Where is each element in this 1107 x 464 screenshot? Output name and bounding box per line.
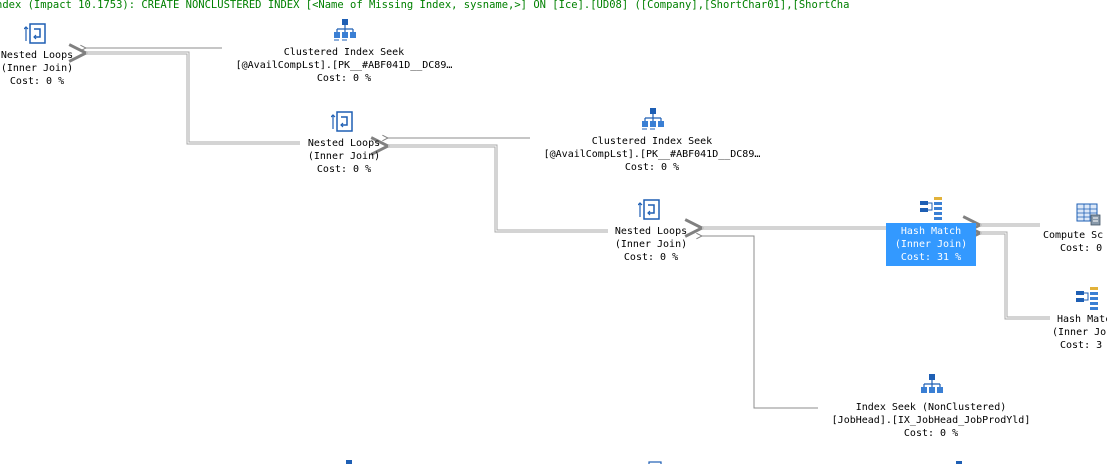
node-cost: Cost: 0 % <box>903 428 959 439</box>
partial-node-icon <box>952 458 966 464</box>
nested-loops-icon <box>648 461 662 464</box>
node-cost: Cost: 0 % <box>623 252 679 263</box>
node-hash-match-1[interactable]: Hash Match (Inner Join) Cost: 31 % <box>886 195 976 266</box>
node-sub: (Inner Join) <box>0 63 74 74</box>
node-clustered-index-seek-2[interactable]: Clustered Index Seek [@AvailCompLst].[PK… <box>532 107 772 174</box>
nested-loops-icon <box>331 111 353 132</box>
node-label: Nested Loops <box>614 226 688 237</box>
node-compute-scalar[interactable]: Compute Sc Cost: 0 <box>1043 201 1107 255</box>
node-nested-loops-top[interactable]: Nested Loops (Inner Join) Cost: 0 % <box>0 21 88 88</box>
node-cost: Cost: 3 <box>1060 340 1103 351</box>
node-hash-match-2[interactable]: Hash Matc (Inner Jo Cost: 3 <box>1052 285 1107 352</box>
node-cost: Cost: 0 <box>1060 243 1103 254</box>
node-nested-loops-mid[interactable]: Nested Loops (Inner Join) Cost: 0 % <box>293 109 395 176</box>
index-seek-icon <box>956 461 962 464</box>
node-index-seek[interactable]: Index Seek (NonClustered) [JobHead].[IX_… <box>818 373 1044 440</box>
node-cost: Cost: 0 % <box>316 73 372 84</box>
node-cost: Cost: 0 % <box>624 162 680 173</box>
clustered-index-seek-icon <box>346 460 352 464</box>
execution-plan-canvas[interactable]: ndex (Impact 10.1753): CREATE NONCLUSTER… <box>0 0 1107 464</box>
node-label: Clustered Index Seek <box>591 136 713 147</box>
hash-match-icon <box>920 197 942 220</box>
node-label: Compute Sc <box>1043 230 1104 241</box>
node-label: Hash Matc <box>1057 314 1107 325</box>
partial-node-icon <box>342 458 356 464</box>
clustered-index-seek-icon <box>334 19 356 41</box>
node-label: Hash Match <box>900 226 962 237</box>
node-nested-loops-low[interactable]: Nested Loops (Inner Join) Cost: 0 % <box>600 197 702 264</box>
node-sub: [JobHead].[IX_JobHead_JobProdYld] <box>831 415 1031 426</box>
node-cost: Cost: 0 % <box>9 76 65 87</box>
node-sub: [@AvailCompLst].[PK__#ABF041D__DC89… <box>235 60 453 71</box>
node-sub: (Inner Join) <box>894 239 968 250</box>
nested-loops-icon <box>24 23 46 44</box>
node-label: Nested Loops <box>307 138 381 149</box>
node-clustered-index-seek-1[interactable]: Clustered Index Seek [@AvailCompLst].[PK… <box>224 18 464 85</box>
index-seek-icon <box>921 374 943 393</box>
compute-scalar-icon <box>1076 203 1101 226</box>
node-label: Clustered Index Seek <box>283 47 405 58</box>
arrow-hm2-to-hm1 <box>980 233 1050 320</box>
node-cost: Cost: 0 % <box>316 164 372 175</box>
node-sub: (Inner Join) <box>307 151 381 162</box>
partial-node-icon <box>648 458 662 464</box>
node-sub: [@AvailCompLst].[PK__#ABF041D__DC89… <box>543 149 761 160</box>
node-cost: Cost: 31 % <box>900 252 962 263</box>
node-sub: (Inner Jo <box>1052 327 1107 338</box>
node-sub: (Inner Join) <box>614 239 688 250</box>
node-label: Index Seek (NonClustered) <box>855 402 1007 413</box>
arrow-is-to-nl-low <box>702 236 818 409</box>
nested-loops-icon <box>638 199 660 220</box>
hash-match-icon <box>1076 287 1098 310</box>
node-label: Nested Loops <box>0 50 74 61</box>
clustered-index-seek-icon <box>642 108 664 130</box>
